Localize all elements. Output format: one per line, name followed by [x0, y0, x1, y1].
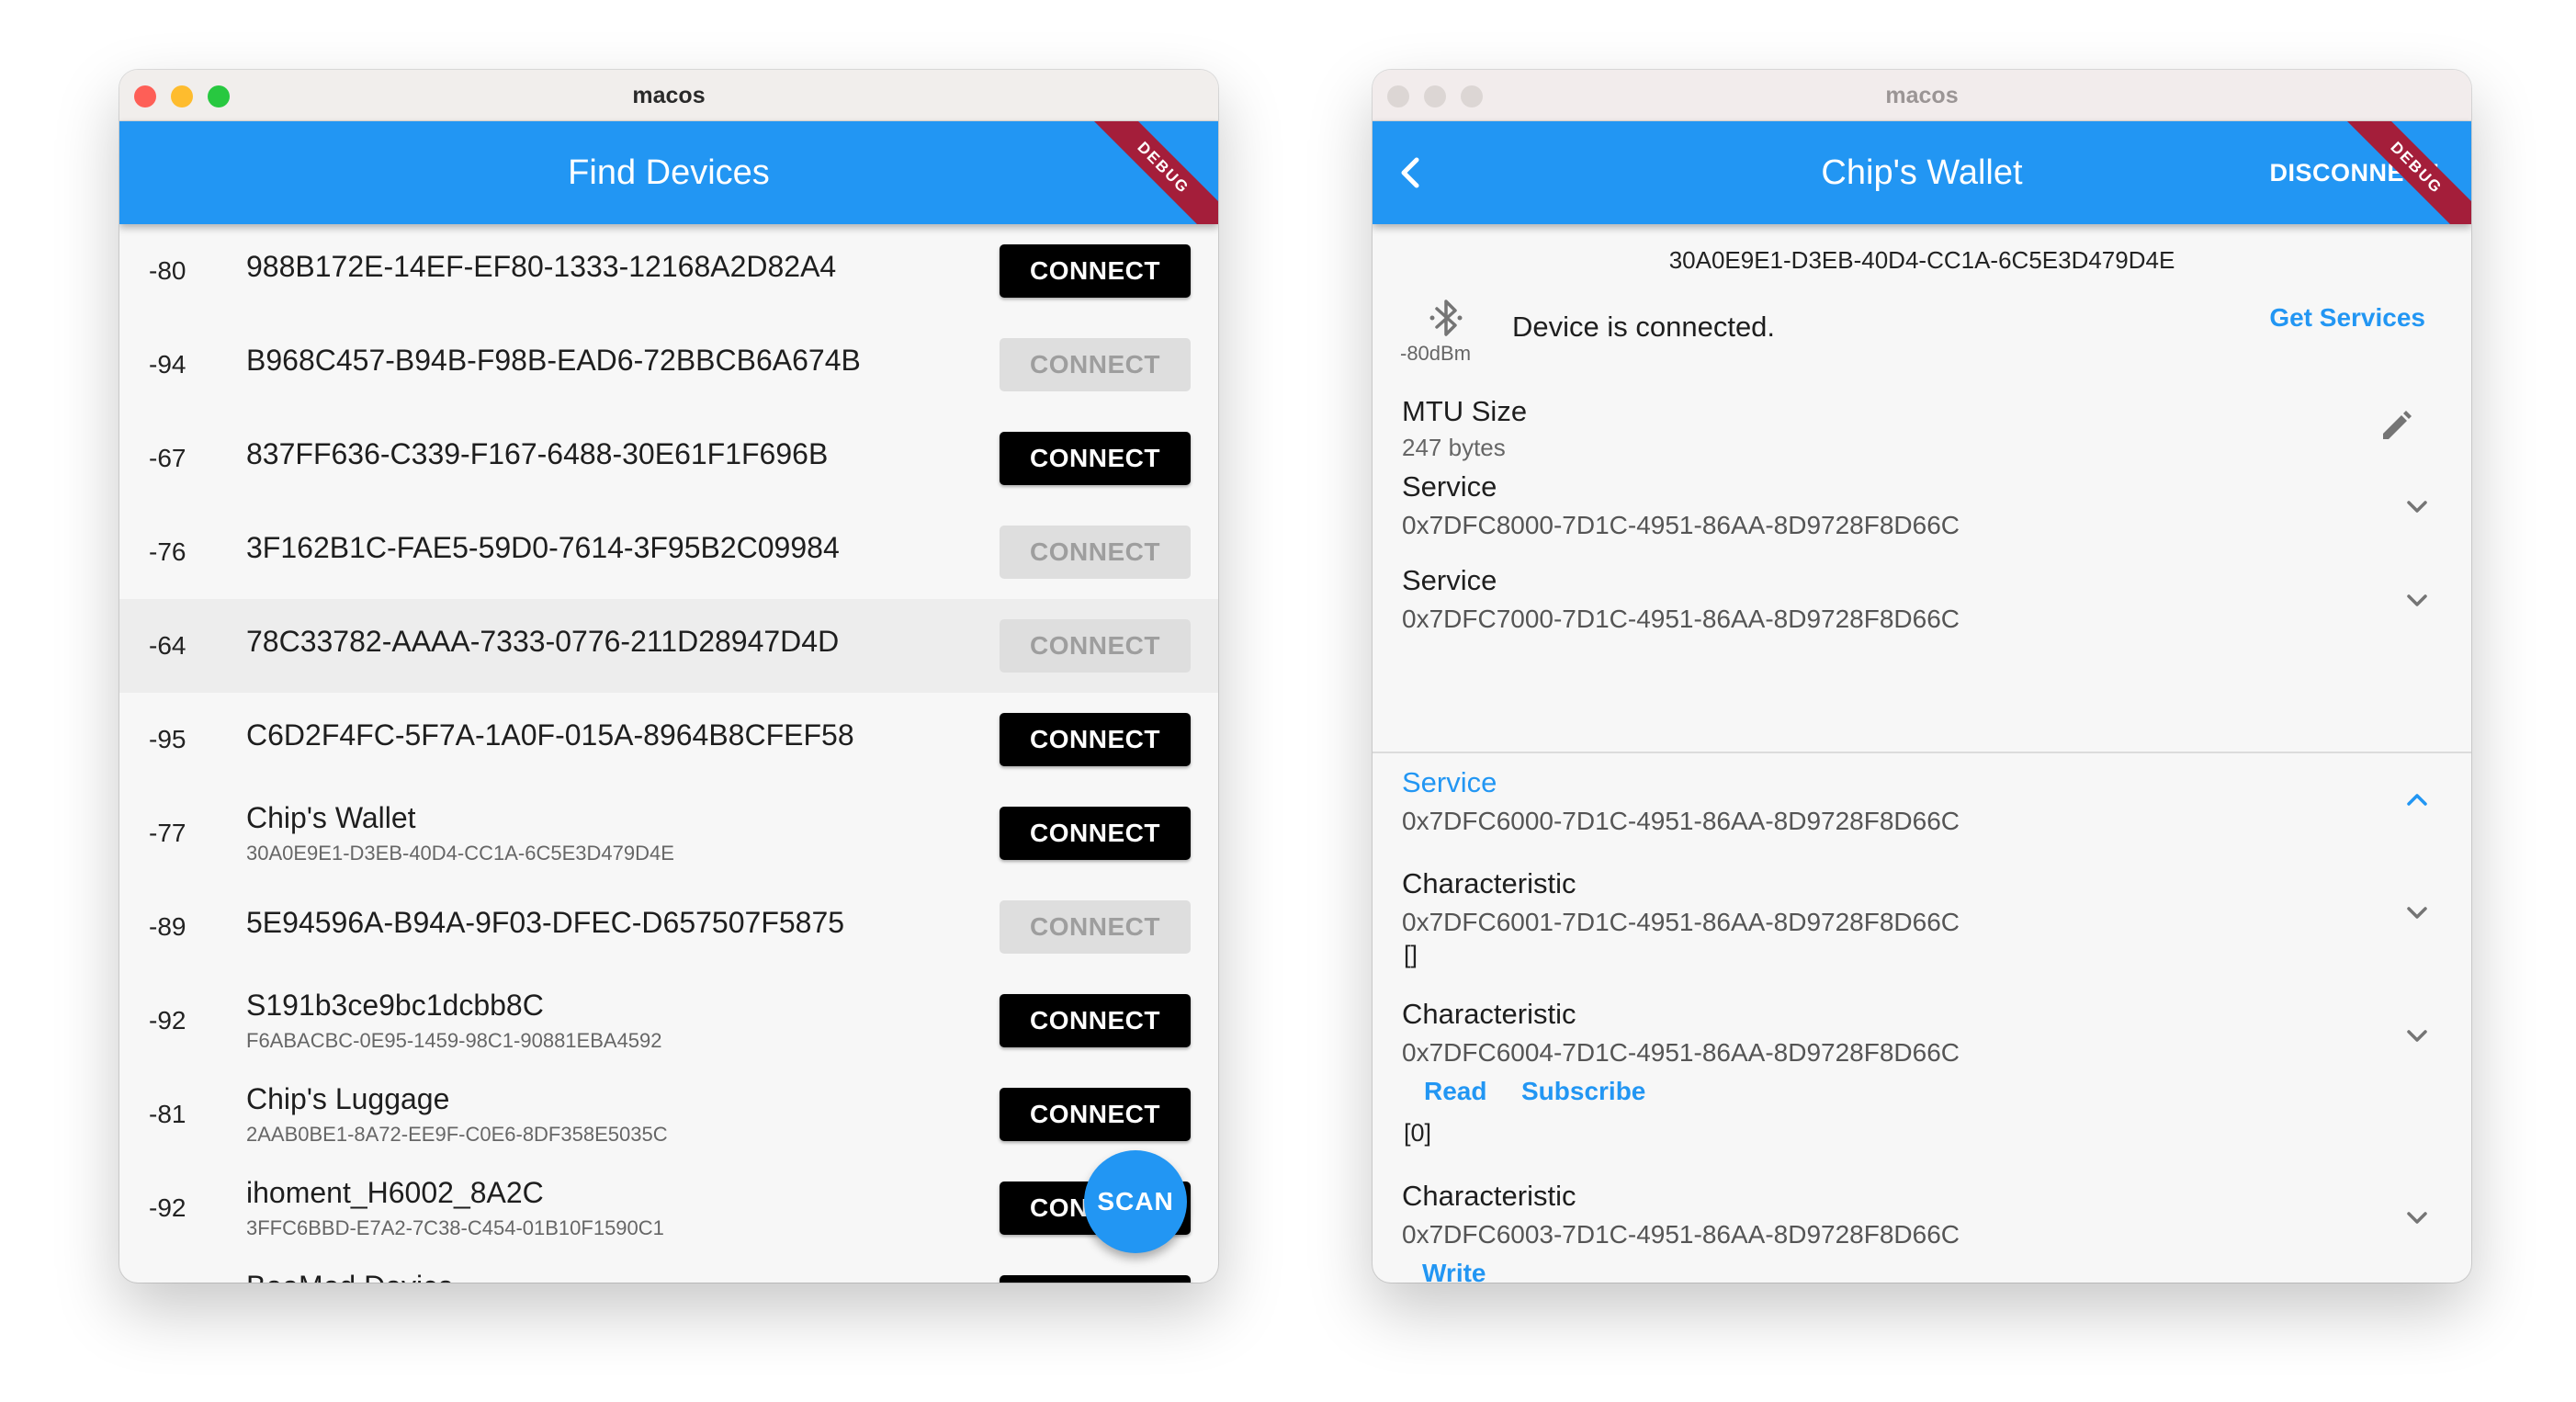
rssi-value: -92 [149, 1193, 186, 1222]
rssi-value: -67 [149, 444, 186, 472]
titlebar: macos [119, 70, 1218, 121]
device-name: 837FF636-C339-F167-6488-30E61F1F696B [246, 437, 829, 470]
device-row[interactable]: -67 837FF636-C339-F167-6488-30E61F1F696B… [119, 412, 1218, 505]
mtu-value: 247 bytes [1402, 434, 1506, 461]
device-name: Chip's Wallet [246, 801, 416, 834]
characteristic-title[interactable]: Characteristic [1402, 867, 1576, 900]
device-name: S191b3ce9bc1dcbb8C [246, 989, 544, 1022]
chevron-down-icon[interactable] [2401, 584, 2433, 616]
device-row[interactable]: -64 78C33782-AAAA-7333-0776-211D28947D4D… [119, 599, 1218, 693]
device-id: 30A0E9E1-D3EB-40D4-CC1A-6C5E3D479D4E [246, 842, 674, 865]
characteristic-title[interactable]: Characteristic [1402, 1180, 1576, 1213]
chevron-down-icon[interactable] [2401, 1020, 2433, 1051]
characteristic-title[interactable]: Characteristic [1402, 998, 1576, 1031]
device-name: 78C33782-AAAA-7333-0776-211D28947D4D [246, 625, 840, 658]
write-button[interactable]: Write [1422, 1259, 1486, 1283]
get-services-button[interactable]: Get Services [2269, 303, 2425, 333]
service-uuid: 0x7DFC8000-7D1C-4951-86AA-8D9728F8D66C [1402, 511, 1960, 539]
device-row[interactable]: -77 Chip's Wallet 30A0E9E1-D3EB-40D4-CC1… [119, 786, 1218, 880]
device-name: 988B172E-14EF-EF80-1333-12168A2D82A4 [246, 250, 837, 283]
connect-button[interactable] [1000, 1275, 1191, 1283]
device-name: 5E94596A-B94A-9F03-DFEC-D657507F5875 [246, 906, 845, 939]
bluetooth-connected-icon [1429, 300, 1463, 336]
connect-button[interactable]: CONNECT [1000, 244, 1191, 298]
characteristic-uuid: 0x7DFC6003-7D1C-4951-86AA-8D9728F8D66C [1402, 1220, 1960, 1249]
divider [1373, 752, 2471, 753]
connect-button[interactable]: CONNECT [1000, 432, 1191, 485]
find-devices-window: macos Find Devices DEBUG -80 988B172E-14… [119, 70, 1218, 1283]
service-title[interactable]: Service [1402, 766, 1497, 799]
window-title: macos [1885, 83, 1959, 108]
rssi-value: -77 [149, 819, 186, 847]
device-row[interactable]: -94 B968C457-B94B-F98B-EAD6-72BBCB6A674B… [119, 318, 1218, 412]
device-row[interactable]: -92 ihoment_H6002_8A2C 3FFC6BBD-E7A2-7C3… [119, 1161, 1218, 1255]
characteristic-value: [] [1404, 941, 1418, 968]
device-name: B968C457-B94B-F98B-EAD6-72BBCB6A674B [246, 344, 861, 377]
device-name: BeeMed Device [246, 1270, 454, 1283]
device-row[interactable]: -76 3F162B1C-FAE5-59D0-7614-3F95B2C09984… [119, 505, 1218, 599]
subscribe-button[interactable]: Subscribe [1521, 1077, 1645, 1106]
connect-button[interactable]: CONNECT [1000, 900, 1191, 954]
mtu-title: MTU Size [1402, 395, 1528, 427]
device-name: 3F162B1C-FAE5-59D0-7614-3F95B2C09984 [246, 531, 840, 564]
connect-button[interactable]: CONNECT [1000, 807, 1191, 860]
rssi-value: -95 [149, 725, 186, 753]
app-bar: Find Devices DEBUG [119, 121, 1218, 224]
device-name: C6D2F4FC-5F7A-1A0F-015A-8964B8CFEF58 [246, 718, 854, 752]
characteristic-value: [0] [1404, 1119, 1432, 1147]
device-detail: 30A0E9E1-D3EB-40D4-CC1A-6C5E3D479D4E -80… [1373, 224, 2471, 1283]
device-row[interactable]: -95 C6D2F4FC-5F7A-1A0F-015A-8964B8CFEF58… [119, 693, 1218, 786]
device-list[interactable]: -80 988B172E-14EF-EF80-1333-12168A2D82A4… [119, 224, 1218, 1283]
device-id: F6ABACBC-0E95-1459-98C1-90881EBA4592 [246, 1029, 662, 1052]
device-id: 3FFC6BBD-E7A2-7C38-C454-01B10F1590C1 [246, 1216, 664, 1239]
connect-button[interactable]: CONNECT [1000, 994, 1191, 1047]
chevron-down-icon[interactable] [2401, 491, 2433, 522]
rssi-value: -94 [149, 350, 186, 379]
rssi-value: -81 [149, 1100, 186, 1128]
connect-button[interactable]: CONNECT [1000, 338, 1191, 391]
service-title[interactable]: Service [1402, 564, 1497, 597]
scan-button[interactable]: SCAN [1084, 1150, 1187, 1253]
connect-button[interactable]: CONNECT [1000, 526, 1191, 579]
chevron-down-icon[interactable] [2401, 897, 2433, 928]
titlebar: macos [1373, 70, 2471, 121]
device-row[interactable]: -89 5E94596A-B94A-9F03-DFEC-D657507F5875… [119, 880, 1218, 974]
connection-status: Device is connected. [1512, 311, 1776, 343]
device-uuid: 30A0E9E1-D3EB-40D4-CC1A-6C5E3D479D4E [1668, 246, 2175, 274]
service-title[interactable]: Service [1402, 470, 1497, 503]
rssi-value: -64 [149, 631, 186, 660]
edit-icon[interactable] [2376, 406, 2416, 447]
chevron-up-icon[interactable] [2401, 785, 2433, 816]
device-detail-window: macos Chip's Wallet DISCONNECT DEBUG 30A… [1373, 70, 2471, 1283]
service-uuid: 0x7DFC7000-7D1C-4951-86AA-8D9728F8D66C [1402, 605, 1960, 633]
device-row[interactable]: -81 Chip's Luggage 2AAB0BE1-8A72-EE9F-C0… [119, 1068, 1218, 1161]
device-id: 2AAB0BE1-8A72-EE9F-C0E6-8DF358E5035C [246, 1123, 668, 1146]
device-name: Chip's Luggage [246, 1082, 450, 1115]
connect-button[interactable]: CONNECT [1000, 619, 1191, 673]
chevron-down-icon[interactable] [2401, 1202, 2433, 1233]
connect-button[interactable]: CONNECT [1000, 713, 1191, 766]
device-row[interactable]: -92 S191b3ce9bc1dcbb8C F6ABACBC-0E95-145… [119, 974, 1218, 1068]
rssi-dbm: -80dBm [1400, 342, 1472, 365]
device-row[interactable]: -80 988B172E-14EF-EF80-1333-12168A2D82A4… [119, 224, 1218, 318]
rssi-value: -92 [149, 1006, 186, 1035]
connect-button[interactable]: CONNECT [1000, 1088, 1191, 1141]
rssi-value: -89 [149, 912, 186, 941]
rssi-value: -80 [149, 256, 186, 285]
device-row[interactable]: BeeMed Device [119, 1255, 1218, 1283]
characteristic-uuid: 0x7DFC6001-7D1C-4951-86AA-8D9728F8D66C [1402, 908, 1960, 936]
device-name: ihoment_H6002_8A2C [246, 1176, 544, 1209]
read-button[interactable]: Read [1424, 1077, 1486, 1106]
service-uuid: 0x7DFC6000-7D1C-4951-86AA-8D9728F8D66C [1402, 807, 1960, 835]
app-bar: Chip's Wallet DISCONNECT DEBUG [1373, 121, 2471, 224]
window-title: macos [632, 83, 706, 108]
rssi-value: -76 [149, 537, 186, 566]
page-title: Find Devices [568, 153, 770, 192]
characteristic-uuid: 0x7DFC6004-7D1C-4951-86AA-8D9728F8D66C [1402, 1038, 1960, 1067]
